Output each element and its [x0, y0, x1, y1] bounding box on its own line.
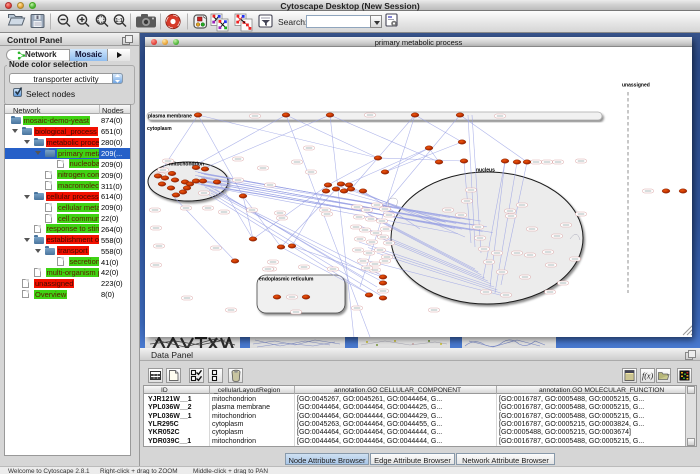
- svg-text:cytoplasm: cytoplasm: [147, 126, 172, 132]
- svg-text:unassigned: unassigned: [622, 83, 650, 89]
- svg-text:f(x): f(x): [642, 372, 653, 381]
- svg-text:1:1: 1:1: [115, 18, 122, 24]
- svg-text:endoplasmic reticulum: endoplasmic reticulum: [259, 277, 314, 283]
- svg-text:plasma membrane: plasma membrane: [148, 114, 192, 120]
- svg-text:nucleus: nucleus: [476, 168, 495, 174]
